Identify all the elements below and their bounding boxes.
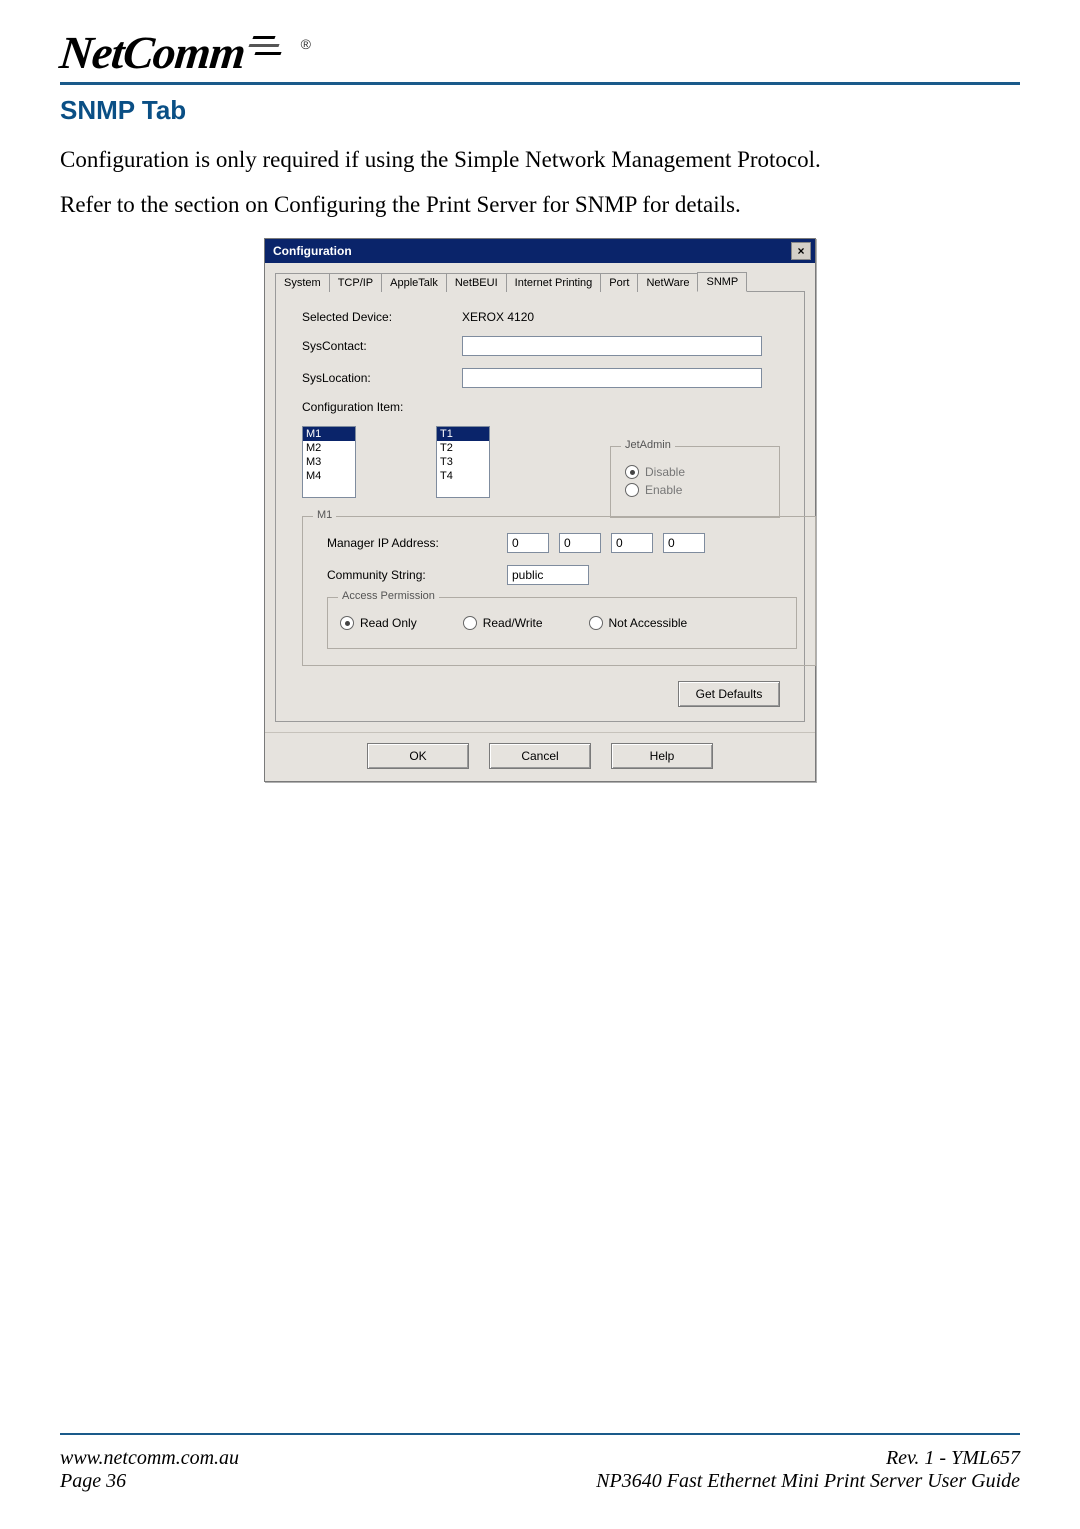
snmp-tab-pane: Selected Device: XEROX 4120 SysContact: … [275,292,805,722]
list-item[interactable]: T3 [437,455,489,469]
config-item-m-list[interactable]: M1 M2 M3 M4 [302,426,356,498]
footer-rev: Rev. 1 - YML657 [886,1447,1020,1470]
list-item[interactable]: T4 [437,469,489,483]
access-permission-title: Access Permission [338,590,439,602]
read-only-label: Read Only [360,616,417,630]
footer-url: www.netcomm.com.au [60,1447,239,1470]
tab-netware[interactable]: NetWare [637,273,698,292]
radio-icon [625,465,639,479]
selected-device-value: XEROX 4120 [462,310,534,324]
section-title: SNMP Tab [60,95,1020,126]
tab-port[interactable]: Port [600,273,638,292]
get-defaults-button[interactable]: Get Defaults [678,681,780,707]
not-accessible-label: Not Accessible [609,616,688,630]
footer-rule [60,1433,1020,1435]
list-item[interactable]: M1 [303,427,355,441]
intro-paragraph-1: Configuration is only required if using … [60,144,1020,175]
tab-strip: System TCP/IP AppleTalk NetBEUI Internet… [275,269,805,292]
read-write-label: Read/Write [483,616,543,630]
jetadmin-enable-label: Enable [645,483,682,497]
config-item-t-list[interactable]: T1 T2 T3 T4 [436,426,490,498]
tab-tcpip[interactable]: TCP/IP [329,273,382,292]
list-item[interactable]: M3 [303,455,355,469]
list-item[interactable]: M2 [303,441,355,455]
manager-ip-octet-3[interactable] [611,533,653,553]
community-string-field[interactable] [507,565,589,585]
syscontact-field[interactable] [462,336,762,356]
read-write-radio[interactable]: Read/Write [463,616,543,630]
community-string-label: Community String: [327,568,497,582]
tab-snmp[interactable]: SNMP [697,272,747,292]
manager-ip-octet-2[interactable] [559,533,601,553]
m1-group: M1 Manager IP Address: Community String: [302,516,816,666]
config-item-label: Configuration Item: [302,400,452,414]
logo: NetComm ® [60,30,1020,76]
list-item[interactable]: M4 [303,469,355,483]
tab-internet-printing[interactable]: Internet Printing [506,273,602,292]
dialog-footer: OK Cancel Help [265,732,815,781]
not-accessible-radio[interactable]: Not Accessible [589,616,688,630]
list-item[interactable]: T2 [437,441,489,455]
radio-icon [340,616,354,630]
jetadmin-enable-radio[interactable]: Enable [625,483,765,497]
radio-icon [589,616,603,630]
jetadmin-group: JetAdmin Disable Enable [610,446,780,518]
selected-device-label: Selected Device: [302,310,452,324]
intro-paragraph-2: Refer to the section on Configuring the … [60,189,1020,220]
access-permission-group: Access Permission Read Only Read/Write [327,597,797,649]
configuration-dialog: Configuration × System TCP/IP AppleTalk … [264,238,816,782]
registered-mark: ® [301,36,311,52]
cancel-button[interactable]: Cancel [489,743,591,769]
footer-guide: NP3640 Fast Ethernet Mini Print Server U… [596,1470,1020,1493]
list-item[interactable]: T1 [437,427,489,441]
syslocation-field[interactable] [462,368,762,388]
tab-system[interactable]: System [275,273,330,292]
manager-ip-label: Manager IP Address: [327,536,497,550]
configuration-dialog-figure: Configuration × System TCP/IP AppleTalk … [264,238,816,782]
header-rule [60,82,1020,85]
page-footer: www.netcomm.com.au Page 36 Rev. 1 - YML6… [60,1447,1020,1493]
dialog-titlebar: Configuration × [265,239,815,263]
read-only-radio[interactable]: Read Only [340,616,417,630]
dialog-title: Configuration [273,244,352,258]
jetadmin-group-title: JetAdmin [621,439,675,451]
logo-swoosh-icon [247,32,293,66]
footer-page: Page 36 [60,1470,239,1493]
radio-icon [625,483,639,497]
jetadmin-disable-radio[interactable]: Disable [625,465,765,479]
logo-text: NetComm [58,30,248,76]
m1-group-title: M1 [313,509,336,521]
syscontact-label: SysContact: [302,339,452,353]
radio-icon [463,616,477,630]
syslocation-label: SysLocation: [302,371,452,385]
tab-appletalk[interactable]: AppleTalk [381,273,447,292]
manager-ip-octet-1[interactable] [507,533,549,553]
help-button[interactable]: Help [611,743,713,769]
tab-netbeui[interactable]: NetBEUI [446,273,507,292]
manager-ip-octet-4[interactable] [663,533,705,553]
close-icon[interactable]: × [791,242,811,260]
jetadmin-disable-label: Disable [645,465,685,479]
ok-button[interactable]: OK [367,743,469,769]
